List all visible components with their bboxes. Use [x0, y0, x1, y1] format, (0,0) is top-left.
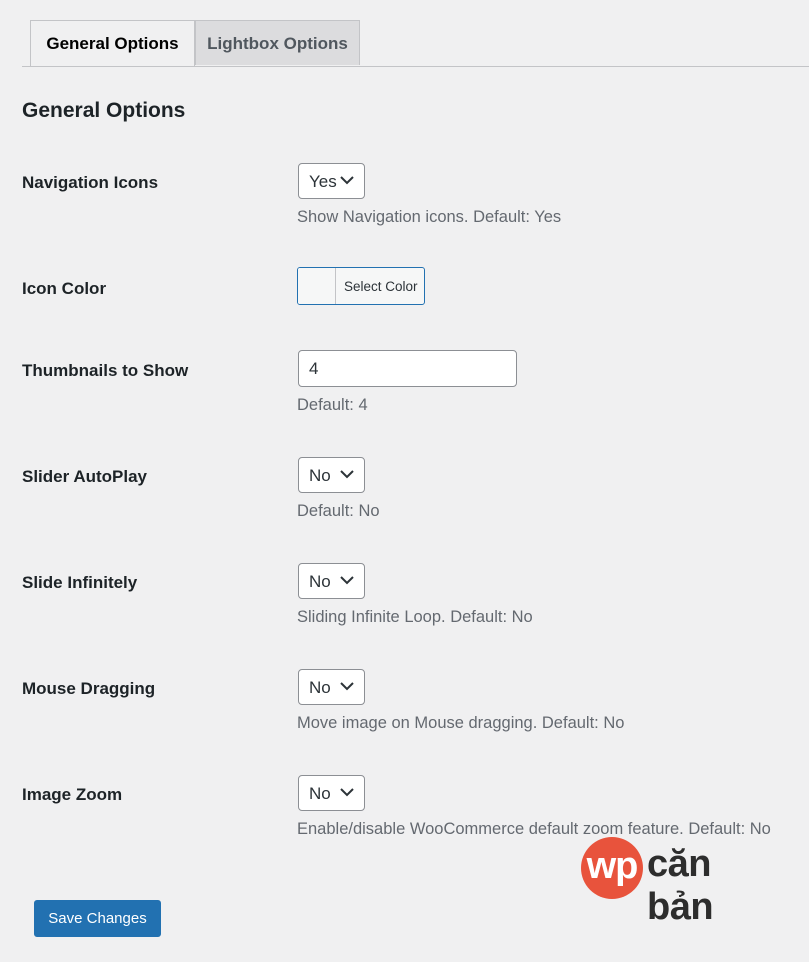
- chevron-down-icon: [340, 470, 354, 479]
- tab-lightbox-options[interactable]: Lightbox Options: [195, 20, 360, 65]
- slider-autoplay-description: Default: No: [297, 502, 380, 520]
- options-tabs: General Options Lightbox Options: [22, 20, 809, 67]
- chevron-down-icon: [340, 576, 354, 585]
- select-color-label: Select Color: [344, 279, 418, 294]
- chevron-down-icon: [340, 176, 354, 185]
- section-title: General Options: [22, 99, 186, 122]
- mouse-dragging-select[interactable]: No: [298, 669, 365, 705]
- image-zoom-select[interactable]: No: [298, 775, 365, 811]
- image-zoom-label: Image Zoom: [22, 785, 123, 804]
- mouse-dragging-value: No: [309, 678, 331, 697]
- navigation-icons-description: Show Navigation icons. Default: Yes: [297, 208, 562, 226]
- navigation-icons-value: Yes: [309, 172, 337, 191]
- logo-mark: wp: [581, 837, 643, 899]
- logo-text: căn bản: [647, 843, 714, 928]
- save-changes-button[interactable]: Save Changes: [34, 900, 161, 937]
- chevron-down-icon: [340, 788, 354, 797]
- slide-infinitely-description: Sliding Infinite Loop. Default: No: [297, 608, 533, 626]
- mouse-dragging-description: Move image on Mouse dragging. Default: N…: [297, 714, 625, 732]
- color-swatch: [298, 268, 336, 304]
- tab-general-options[interactable]: General Options: [30, 20, 195, 66]
- image-zoom-value: No: [309, 784, 331, 803]
- slide-infinitely-select[interactable]: No: [298, 563, 365, 599]
- navigation-icons-select[interactable]: Yes: [298, 163, 365, 199]
- slider-autoplay-label: Slider AutoPlay: [22, 467, 148, 486]
- select-color-button[interactable]: Select Color: [297, 267, 425, 305]
- thumbnails-input[interactable]: [298, 350, 517, 387]
- icon-color-label: Icon Color: [22, 279, 107, 298]
- slider-autoplay-value: No: [309, 466, 331, 485]
- slider-autoplay-select[interactable]: No: [298, 457, 365, 493]
- thumbnails-label: Thumbnails to Show: [22, 361, 189, 380]
- mouse-dragging-label: Mouse Dragging: [22, 679, 156, 698]
- thumbnails-description: Default: 4: [297, 396, 368, 414]
- slide-infinitely-value: No: [309, 572, 331, 591]
- navigation-icons-label: Navigation Icons: [22, 173, 159, 192]
- wpcanban-logo: wp căn bản: [581, 837, 771, 928]
- chevron-down-icon: [340, 682, 354, 691]
- slide-infinitely-label: Slide Infinitely: [22, 573, 138, 592]
